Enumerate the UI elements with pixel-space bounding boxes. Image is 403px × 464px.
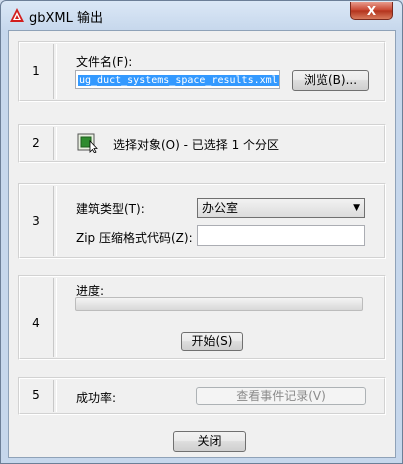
- close-button[interactable]: 关闭: [173, 431, 246, 452]
- title-bar[interactable]: gbXML 输出 X: [1, 1, 402, 29]
- divider: [53, 127, 57, 160]
- divider: [53, 278, 57, 357]
- select-objects-icon[interactable]: [77, 133, 99, 153]
- filename-value: ug_duct_systems_space_results.xml: [78, 75, 279, 86]
- success-rate-label: 成功率:: [76, 391, 117, 405]
- step-number-5: 5: [32, 388, 40, 402]
- dialog-client-area: 1 文件名(F): ug_duct_systems_space_results.…: [8, 30, 396, 458]
- window-close-button[interactable]: X: [350, 2, 393, 20]
- gbxml-export-dialog: gbXML 输出 X 1 文件名(F): ug_duct_systems_spa…: [0, 0, 403, 464]
- start-button[interactable]: 开始(S): [181, 332, 243, 351]
- browse-button[interactable]: 浏览(B)...: [292, 70, 369, 91]
- step-number-2: 2: [32, 136, 40, 150]
- zip-code-input[interactable]: [197, 225, 365, 246]
- building-type-value: 办公室: [202, 201, 239, 215]
- selection-status-text: 选择对象(O) - 已选择 1 个分区: [113, 138, 280, 152]
- filename-input[interactable]: ug_duct_systems_space_results.xml: [75, 70, 280, 89]
- window-title: gbXML 输出: [29, 11, 104, 26]
- view-log-button[interactable]: 查看事件记录(V): [196, 387, 366, 405]
- section-select-objects: 2 选择对象(O) - 已选择 1 个分区: [18, 124, 386, 163]
- divider: [53, 186, 57, 256]
- step-number-3: 3: [32, 214, 40, 228]
- filename-label: 文件名(F):: [76, 55, 133, 69]
- autocad-logo-icon: [10, 8, 24, 22]
- section-progress: 4 进度: 开始(S): [18, 275, 386, 360]
- step-number-1: 1: [32, 64, 40, 78]
- step-number-4: 4: [32, 316, 40, 330]
- zip-code-label: Zip 压缩格式代码(Z):: [76, 231, 193, 245]
- progress-bar: [75, 297, 363, 311]
- building-type-label: 建筑类型(T):: [76, 202, 145, 216]
- section-result: 5 成功率: 查看事件记录(V): [18, 377, 386, 415]
- section-file: 1 文件名(F): ug_duct_systems_space_results.…: [18, 41, 386, 102]
- divider: [53, 380, 57, 412]
- chevron-down-icon: ▼: [353, 203, 360, 213]
- building-type-select[interactable]: 办公室 ▼: [197, 198, 365, 218]
- divider: [53, 44, 57, 99]
- section-building: 3 建筑类型(T): 办公室 ▼ Zip 压缩格式代码(Z):: [18, 183, 386, 259]
